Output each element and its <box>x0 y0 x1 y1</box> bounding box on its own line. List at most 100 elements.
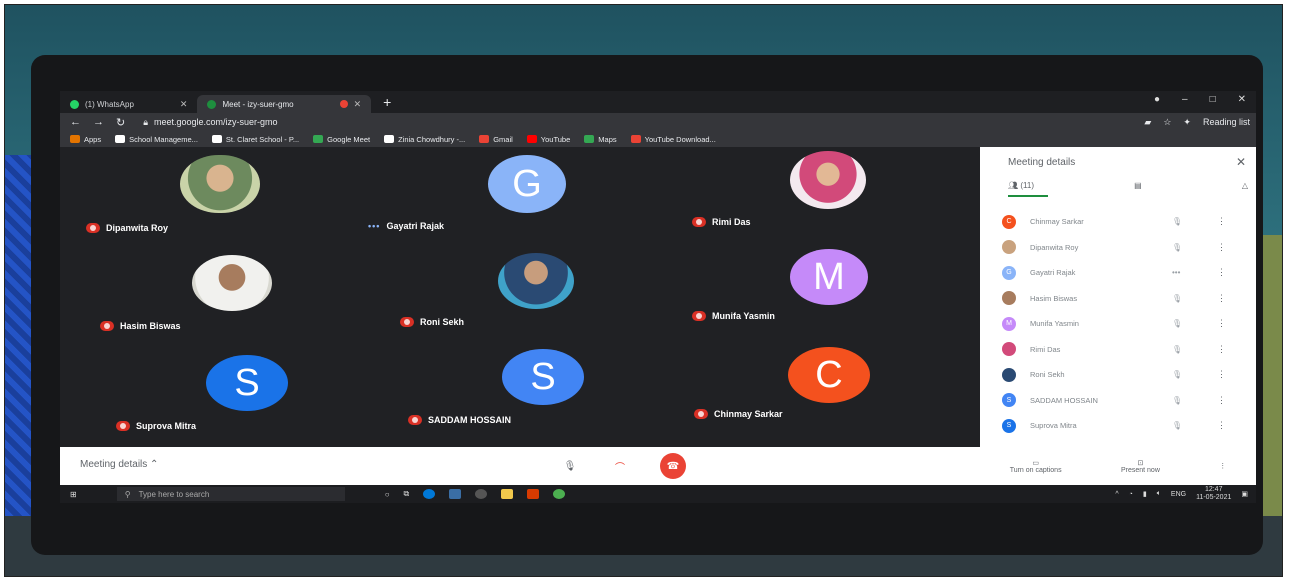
mic-toggle-button[interactable]: 🎙︎ <box>560 456 580 476</box>
bookmarks-bar: Apps School Manageme... St. Claret Schoo… <box>60 131 1256 147</box>
volume-icon[interactable]: 🔈︎ <box>1157 490 1161 498</box>
chevron-up-icon[interactable]: ^ <box>1115 491 1118 498</box>
list-item[interactable]: S Suprova Mitra 🎙︎ ⋮ <box>1002 413 1242 439</box>
office-icon[interactable] <box>527 489 540 499</box>
participant-tile[interactable]: G ••• Gayatri Rajak <box>360 147 660 242</box>
participant-name: Hasim Biswas <box>100 321 181 331</box>
mic-off-icon <box>116 421 130 431</box>
bookmark-st-claret[interactable]: St. Claret School - P... <box>211 135 299 144</box>
participant-name: Suprova Mitra <box>116 421 196 431</box>
captions-button[interactable]: ▭ Turn on captions <box>1010 459 1062 474</box>
more-options-icon[interactable]: ⋮ <box>1219 462 1226 470</box>
tab-people[interactable]: 👥︎ (11) <box>1008 181 1034 190</box>
window-controls: ● – □ ✕ <box>1154 94 1246 105</box>
bookmark-maps[interactable]: Maps <box>584 135 617 144</box>
dell-icon[interactable] <box>475 489 488 499</box>
camera-icon[interactable]: ▰ <box>1144 117 1151 128</box>
participant-tile[interactable]: Rimi Das <box>660 147 960 242</box>
bookmark-apps[interactable]: Apps <box>70 135 101 144</box>
more-options-icon[interactable]: ⋮ <box>1217 318 1226 329</box>
more-options-icon[interactable]: ⋮ <box>1217 344 1226 355</box>
extension-icon[interactable]: ✦ <box>1183 117 1191 128</box>
language-indicator[interactable]: ENG <box>1171 491 1186 498</box>
more-options-icon[interactable]: ⋮ <box>1217 369 1226 380</box>
list-item[interactable]: Rimi Das 🎙︎ ⋮ <box>1002 337 1242 363</box>
windows-taskbar: ⊞ ⚲ Type here to search ○ ⧉ ^ ◔ ▮ 🔈︎ ENG … <box>60 485 1256 503</box>
participant-tile[interactable]: S SADDAM HOSSAIN <box>360 347 660 442</box>
clock[interactable]: 12:47 11-05-2021 <box>1196 486 1231 502</box>
more-options-icon[interactable]: ⋮ <box>1217 242 1226 253</box>
bookmark-school[interactable]: School Manageme... <box>115 135 198 144</box>
list-item[interactable]: C Chinmay Sarkar 🎙︎ ⋮ <box>1002 209 1242 235</box>
more-options-icon[interactable]: ⋮ <box>1217 293 1226 304</box>
address-bar: ← → ↻ 🔒︎ meet.google.com/izy-suer-gmo ▰ … <box>60 113 1256 131</box>
star-icon[interactable]: ☆ <box>1163 117 1171 128</box>
bookmark-gmail[interactable]: Gmail <box>479 135 513 144</box>
youtube-icon <box>526 135 537 143</box>
notifications-icon[interactable]: ▣ <box>1241 490 1248 498</box>
close-tab-icon[interactable]: ✕ <box>354 99 362 110</box>
gmail-icon <box>479 135 490 143</box>
participant-tile[interactable]: Dipanwita Roy <box>60 147 360 242</box>
edge-icon[interactable] <box>423 489 436 499</box>
url-field[interactable]: 🔒︎ meet.google.com/izy-suer-gmo <box>143 117 277 128</box>
participant-tile[interactable]: Roni Sekh <box>360 247 660 342</box>
avatar <box>180 155 260 213</box>
reload-icon[interactable]: ↻ <box>116 116 125 129</box>
captions-icon: ▭ <box>1032 459 1039 467</box>
list-item[interactable]: Roni Sekh 🎙︎ ⋮ <box>1002 362 1242 388</box>
taskbar-search[interactable]: ⚲ Type here to search <box>116 487 345 501</box>
close-window-button[interactable]: ✕ <box>1238 94 1246 105</box>
lock-icon: 🔒︎ <box>143 116 149 127</box>
close-icon[interactable]: ✕ <box>1236 155 1246 169</box>
mic-off-icon <box>100 321 114 331</box>
tab-chat[interactable]: ▤ <box>1134 181 1142 190</box>
mic-off-icon: 🎙︎ <box>1172 344 1183 354</box>
meeting-details-toggle[interactable]: Meeting details ⌃ <box>80 459 158 470</box>
new-tab-button[interactable]: + <box>383 94 391 110</box>
bookmark-youtube[interactable]: YouTube <box>526 135 570 144</box>
tab-activities[interactable]: △ <box>1242 181 1248 190</box>
bookmark-google-meet[interactable]: Google Meet <box>313 135 370 144</box>
list-item[interactable]: S SADDAM HOSSAIN 🎙︎ ⋮ <box>1002 388 1242 414</box>
tab-bar: (1) WhatsApp ✕ Meet - izy-suer-gmo ✕ + ●… <box>60 91 1256 113</box>
store-icon[interactable] <box>449 489 462 499</box>
camera-toggle-button[interactable]: ⌒ <box>610 456 630 476</box>
minimize-button[interactable]: – <box>1182 94 1188 105</box>
participant-tile[interactable]: S Suprova Mitra <box>60 347 360 442</box>
list-item[interactable]: Dipanwita Roy 🎙︎ ⋮ <box>1002 235 1242 261</box>
reading-list-button[interactable]: Reading list <box>1203 117 1250 127</box>
more-options-icon[interactable]: ⋮ <box>1217 420 1226 431</box>
more-options-icon[interactable]: ⋮ <box>1217 216 1226 227</box>
avatar: C <box>788 347 870 403</box>
participant-tile[interactable]: C Chinmay Sarkar <box>660 347 960 442</box>
task-view-icon[interactable]: ⧉ <box>404 489 410 499</box>
chat-icon: ▤ <box>1134 181 1142 190</box>
back-icon[interactable]: ← <box>70 116 81 129</box>
end-call-button[interactable]: ☎︎ <box>660 453 686 479</box>
cortana-icon[interactable]: ○ <box>385 490 390 499</box>
bookmark-zinia[interactable]: Zinia Chowdhury -... <box>384 135 465 144</box>
tab-meet[interactable]: Meet - izy-suer-gmo ✕ <box>197 95 372 113</box>
tab-whatsapp[interactable]: (1) WhatsApp ✕ <box>60 95 197 113</box>
list-item[interactable]: Hasim Biswas 🎙︎ ⋮ <box>1002 286 1242 312</box>
battery-icon[interactable]: ▮ <box>1143 490 1147 498</box>
chrome-icon[interactable] <box>553 489 566 499</box>
present-button[interactable]: ⊡ Present now <box>1121 459 1160 474</box>
more-options-icon[interactable]: ⋮ <box>1217 267 1226 278</box>
forward-icon[interactable]: → <box>93 116 104 129</box>
more-options-icon[interactable]: ⋮ <box>1217 395 1226 406</box>
participant-tile[interactable]: M Munifa Yasmin <box>660 247 960 342</box>
close-tab-icon[interactable]: ✕ <box>180 99 188 110</box>
participant-tile[interactable]: Hasim Biswas <box>60 247 360 342</box>
mic-off-icon: 🎙︎ <box>1172 421 1183 431</box>
bookmark-youtube-download[interactable]: YouTube Download... <box>630 135 716 144</box>
windows-start-icon[interactable]: ⊞ <box>70 490 77 499</box>
list-item[interactable]: G Gayatri Rajak ••• ⋮ <box>1002 260 1242 286</box>
network-icon[interactable]: ◔ <box>1129 491 1133 498</box>
maximize-button[interactable]: □ <box>1210 94 1216 105</box>
profile-icon[interactable]: ● <box>1154 94 1160 105</box>
nav-buttons: ← → ↻ <box>70 116 125 129</box>
file-explorer-icon[interactable] <box>501 489 514 499</box>
list-item[interactable]: M Munifa Yasmin 🎙︎ ⋮ <box>1002 311 1242 337</box>
